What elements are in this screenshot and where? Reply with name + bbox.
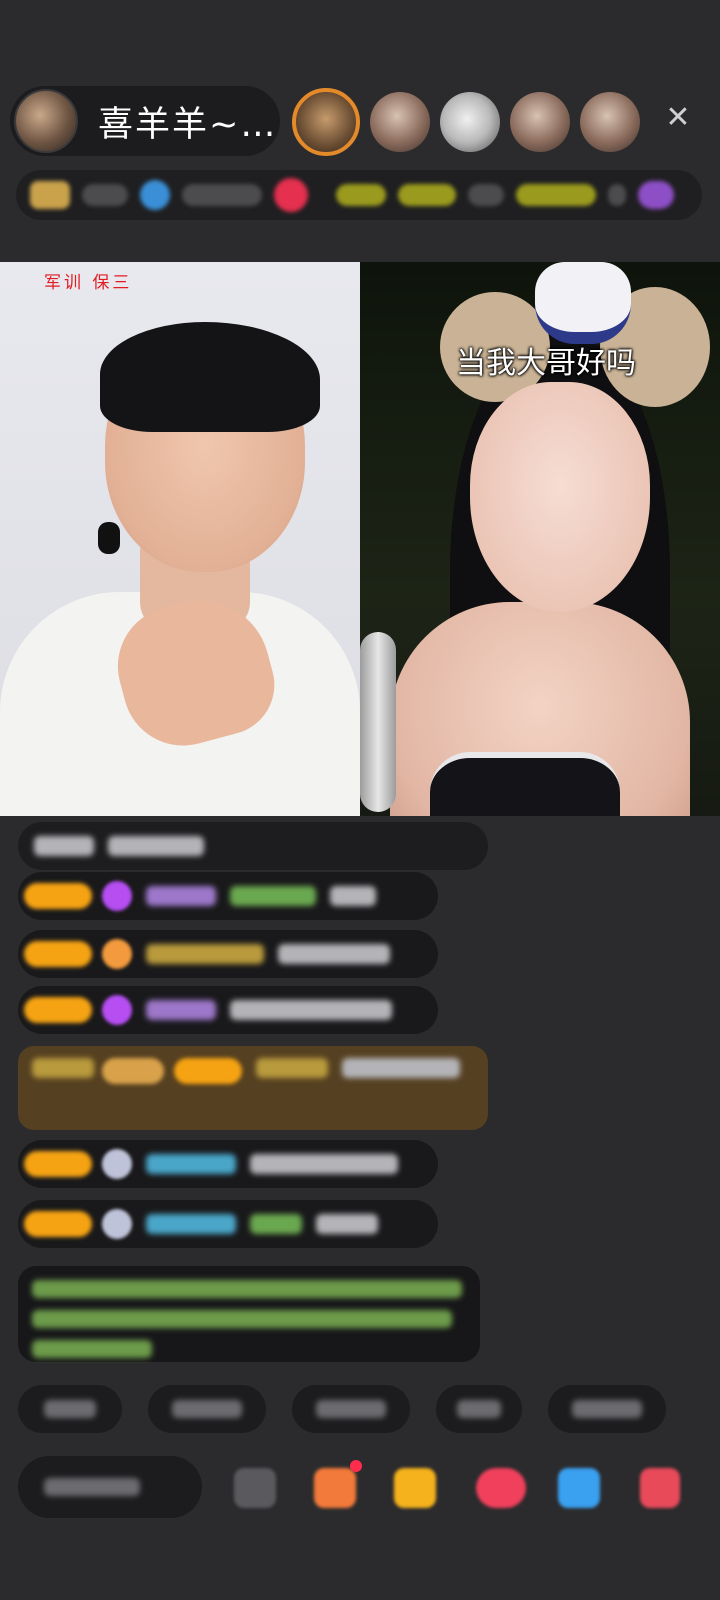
top-viewers-list bbox=[292, 84, 650, 160]
quick-replies bbox=[18, 1385, 692, 1433]
chat-text bbox=[330, 886, 376, 906]
emoji-icon[interactable] bbox=[234, 1468, 276, 1508]
more-icon[interactable] bbox=[640, 1468, 680, 1508]
person-left-hair bbox=[100, 322, 320, 432]
hot-icon bbox=[140, 180, 170, 210]
chat-text bbox=[342, 1058, 460, 1078]
notice-line bbox=[32, 1280, 462, 1298]
bottom-action-bar bbox=[18, 1454, 708, 1520]
sticker-text: 当我大哥好吗 bbox=[456, 346, 636, 381]
quick-reply-5[interactable] bbox=[548, 1385, 666, 1433]
host-name: 喜羊羊~… bbox=[98, 104, 278, 145]
notice-text-5 bbox=[608, 184, 626, 206]
avatar-icon bbox=[102, 1209, 132, 1239]
notice-line bbox=[32, 1310, 452, 1328]
close-icon[interactable]: ✕ bbox=[660, 100, 696, 136]
chat-message[interactable] bbox=[18, 1200, 438, 1248]
quick-reply-label bbox=[44, 1400, 96, 1418]
viewer-avatar-3[interactable] bbox=[440, 92, 500, 152]
quick-reply-3[interactable] bbox=[292, 1385, 410, 1433]
rank-text bbox=[82, 184, 128, 206]
chat-message[interactable] bbox=[18, 872, 438, 920]
chat-text bbox=[34, 836, 94, 856]
chat-username bbox=[256, 1058, 328, 1078]
comment-placeholder bbox=[44, 1478, 140, 1496]
chat-text bbox=[108, 836, 204, 856]
viewer-avatar-4[interactable] bbox=[510, 92, 570, 152]
quick-reply-4[interactable] bbox=[436, 1385, 522, 1433]
heart-icon[interactable] bbox=[476, 1468, 526, 1508]
person-right-face bbox=[470, 382, 650, 612]
chat-username bbox=[146, 1154, 236, 1174]
comment-input[interactable] bbox=[18, 1456, 202, 1518]
viewer-avatar-1[interactable] bbox=[292, 88, 360, 156]
gift-icon[interactable] bbox=[394, 1468, 436, 1508]
hot-text bbox=[182, 184, 262, 206]
chat-username bbox=[146, 886, 216, 906]
more-icon[interactable] bbox=[638, 181, 674, 209]
notice-text-4 bbox=[516, 184, 596, 206]
left-caption: 军训 保三 bbox=[44, 273, 133, 293]
rank-icon bbox=[30, 181, 70, 209]
host-info-pill[interactable]: 喜羊羊~… bbox=[10, 86, 280, 156]
video-pane-left[interactable]: 军训 保三 bbox=[0, 262, 360, 816]
microphone bbox=[360, 632, 396, 812]
fan-badge bbox=[24, 997, 92, 1023]
fan-badge bbox=[24, 883, 92, 909]
chat-text bbox=[230, 886, 316, 906]
fan-badge bbox=[174, 1058, 242, 1084]
system-notice bbox=[18, 1266, 480, 1362]
gem-icon bbox=[102, 881, 132, 911]
quick-reply-2[interactable] bbox=[148, 1385, 266, 1433]
gem-icon bbox=[102, 939, 132, 969]
chat-text bbox=[250, 1154, 398, 1174]
fan-badge bbox=[24, 941, 92, 967]
level-badge bbox=[102, 1058, 164, 1084]
chat-message[interactable] bbox=[18, 986, 438, 1034]
gem-icon bbox=[102, 995, 132, 1025]
sailor-hat bbox=[535, 262, 631, 344]
person-right-top bbox=[430, 752, 620, 816]
chat-username bbox=[146, 944, 264, 964]
quick-reply-label bbox=[172, 1400, 242, 1418]
host-avatar[interactable] bbox=[14, 89, 78, 153]
chat-text bbox=[250, 1214, 302, 1234]
earphone bbox=[98, 522, 120, 554]
chat-text bbox=[316, 1214, 378, 1234]
gift-notice[interactable] bbox=[18, 1046, 488, 1130]
room-info-bar[interactable] bbox=[16, 170, 702, 220]
quick-reply-1[interactable] bbox=[18, 1385, 122, 1433]
quick-reply-label bbox=[457, 1400, 501, 1418]
chat-text bbox=[32, 1058, 94, 1078]
notice-text-1 bbox=[336, 184, 386, 206]
chat-text bbox=[278, 944, 390, 964]
avatar-icon bbox=[102, 1149, 132, 1179]
notice-line bbox=[32, 1340, 152, 1358]
quick-reply-label bbox=[316, 1400, 386, 1418]
fan-badge bbox=[24, 1211, 92, 1237]
gift-box-icon[interactable] bbox=[314, 1468, 356, 1508]
notification-dot bbox=[350, 1460, 362, 1472]
video-pane-right[interactable]: 当我大哥好吗 bbox=[360, 262, 720, 816]
chat-text bbox=[230, 1000, 392, 1020]
notice-text-3 bbox=[468, 184, 504, 206]
chat-username bbox=[146, 1000, 216, 1020]
chat-message[interactable] bbox=[18, 1140, 438, 1188]
quick-reply-label bbox=[572, 1400, 642, 1418]
notice-text-2 bbox=[398, 184, 456, 206]
chat-message[interactable] bbox=[18, 822, 488, 870]
live-icon[interactable] bbox=[274, 178, 308, 212]
chat-message[interactable] bbox=[18, 930, 438, 978]
fan-badge bbox=[24, 1151, 92, 1177]
share-icon[interactable] bbox=[558, 1468, 600, 1508]
chat-username bbox=[146, 1214, 236, 1234]
viewer-avatar-2[interactable] bbox=[370, 92, 430, 152]
viewer-avatar-5[interactable] bbox=[580, 92, 640, 152]
